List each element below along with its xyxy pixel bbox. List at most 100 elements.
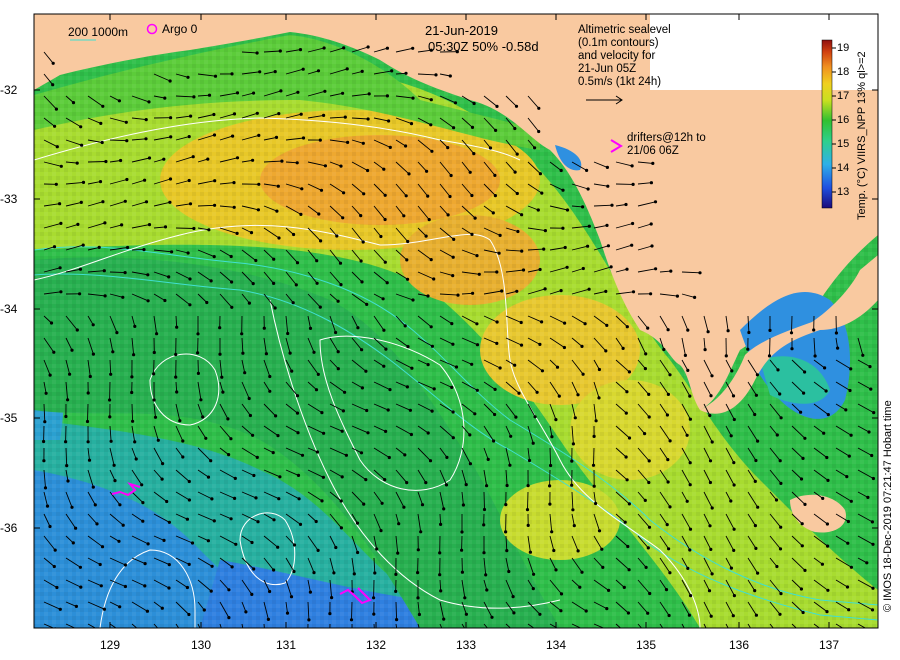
velocity-arrow-head: [402, 214, 406, 218]
velocity-arrow-head: [280, 159, 284, 163]
velocity-arrow-head: [352, 572, 356, 576]
velocity-arrow-head: [163, 298, 167, 303]
velocity-arrow-head: [643, 367, 648, 371]
velocity-arrow-head: [100, 140, 104, 145]
velocity-arrow-head: [626, 611, 631, 615]
velocity-arrow-head: [252, 473, 256, 478]
velocity-arrow-head: [390, 69, 394, 73]
velocity-arrow-head: [121, 295, 125, 299]
velocity-arrow-head: [167, 586, 171, 590]
velocity-arrow-head: [146, 542, 150, 546]
depth-legend-label: 200 1000m: [68, 25, 129, 39]
velocity-arrow-head: [308, 326, 313, 330]
velocity-arrow-head: [470, 125, 475, 129]
velocity-arrow-head: [366, 168, 370, 173]
velocity-arrow-head: [81, 180, 86, 184]
velocity-arrow-head: [703, 348, 707, 352]
velocity-arrow-head: [133, 440, 137, 444]
velocity-arrow-head: [332, 571, 336, 575]
velocity-arrow-head: [554, 418, 558, 422]
velocity-arrow-head: [250, 540, 254, 545]
velocity-arrow-head: [206, 157, 210, 161]
velocity-arrow-head: [631, 182, 635, 186]
velocity-arrow-head: [515, 152, 519, 156]
velocity-arrow-head: [54, 107, 59, 111]
velocity-arrow-head: [187, 498, 191, 502]
velocity-arrow-head: [98, 180, 103, 184]
velocity-arrow-head: [825, 522, 830, 526]
velocity-arrow-head: [118, 605, 122, 609]
velocity-arrow-head: [168, 200, 172, 204]
velocity-arrow-head: [125, 177, 129, 182]
velocity-arrow-head: [162, 538, 166, 543]
velocity-arrow-head: [297, 497, 301, 501]
velocity-arrow-head: [272, 281, 276, 285]
colorbar-title: Temp. (°C) VIIRS_NPP 13% ql>=2: [856, 51, 868, 220]
velocity-arrow-head: [527, 458, 532, 463]
velocity-arrow-head: [605, 223, 609, 227]
velocity-arrow-head: [520, 213, 524, 217]
velocity-arrow-head: [512, 611, 516, 615]
velocity-arrow-head: [209, 279, 213, 283]
velocity-arrow-head: [493, 173, 497, 177]
velocity-arrow-head: [624, 455, 628, 459]
velocity-arrow-head: [532, 572, 536, 576]
velocity-arrow-head: [592, 484, 596, 488]
velocity-arrow-head: [341, 409, 345, 413]
velocity-arrow-head: [268, 389, 272, 393]
velocity-arrow-head: [178, 419, 182, 423]
velocity-arrow-head: [230, 305, 234, 309]
velocity-arrow-head: [411, 298, 415, 302]
velocity-arrow-head: [668, 637, 671, 640]
velocity-arrow-head: [688, 394, 692, 398]
velocity-arrow-head: [475, 254, 479, 258]
velocity-arrow-head: [226, 417, 230, 421]
velocity-arrow-head: [666, 392, 671, 396]
velocity-arrow-head: [276, 184, 280, 188]
velocity-arrow-head: [366, 45, 370, 49]
velocity-arrow-head: [321, 475, 325, 479]
velocity-arrow-head: [366, 117, 370, 121]
velocity-arrow-head: [416, 548, 420, 552]
velocity-arrow-head: [625, 325, 629, 329]
velocity-arrow-head: [453, 101, 458, 105]
velocity-arrow-head: [586, 187, 590, 191]
velocity-arrow-head: [142, 248, 146, 252]
velocity-arrow-head: [397, 522, 401, 526]
velocity-arrow-head: [776, 632, 779, 635]
velocity-arrow-head: [473, 412, 477, 416]
velocity-arrow-head: [812, 328, 816, 332]
velocity-arrow-head: [504, 503, 508, 507]
velocity-arrow: [593, 447, 595, 466]
altimetry-legend: Altimetric sealevel (0.1m contours) and …: [578, 24, 671, 89]
velocity-arrow-head: [442, 507, 446, 511]
velocity-arrow-head: [631, 290, 636, 294]
velocity-arrow-head: [75, 161, 79, 165]
velocity-arrow-head: [91, 323, 95, 327]
velocity-arrow-head: [204, 436, 208, 440]
velocity-arrow-head: [463, 596, 467, 600]
velocity-arrow-head: [646, 326, 650, 330]
velocity-arrow-head: [537, 129, 541, 134]
velocity-arrow-head: [587, 287, 591, 291]
velocity-arrow-head: [729, 434, 733, 438]
velocity-arrow-head: [316, 69, 321, 73]
velocity-arrow-head: [461, 503, 465, 507]
velocity-arrow-head: [594, 501, 598, 506]
velocity-arrow-head: [537, 106, 541, 110]
velocity-arrow-head: [533, 415, 537, 419]
velocity-arrow-head: [168, 79, 172, 83]
velocity-arrow-head: [45, 504, 50, 508]
velocity-arrow-head: [272, 518, 276, 522]
velocity-arrow-head: [845, 585, 850, 589]
velocity-arrow-head: [570, 459, 574, 463]
velocity-arrow-head: [775, 433, 779, 437]
velocity-arrow-head: [475, 388, 479, 392]
x-tick-label: 133: [455, 638, 477, 652]
velocity-arrow-head: [235, 156, 240, 160]
velocity-arrow-head: [319, 239, 323, 243]
velocity-arrow-head: [500, 289, 504, 293]
velocity-arrow-head: [213, 74, 218, 78]
velocity-arrow-head: [732, 527, 736, 531]
velocity-arrow-head: [169, 135, 173, 139]
